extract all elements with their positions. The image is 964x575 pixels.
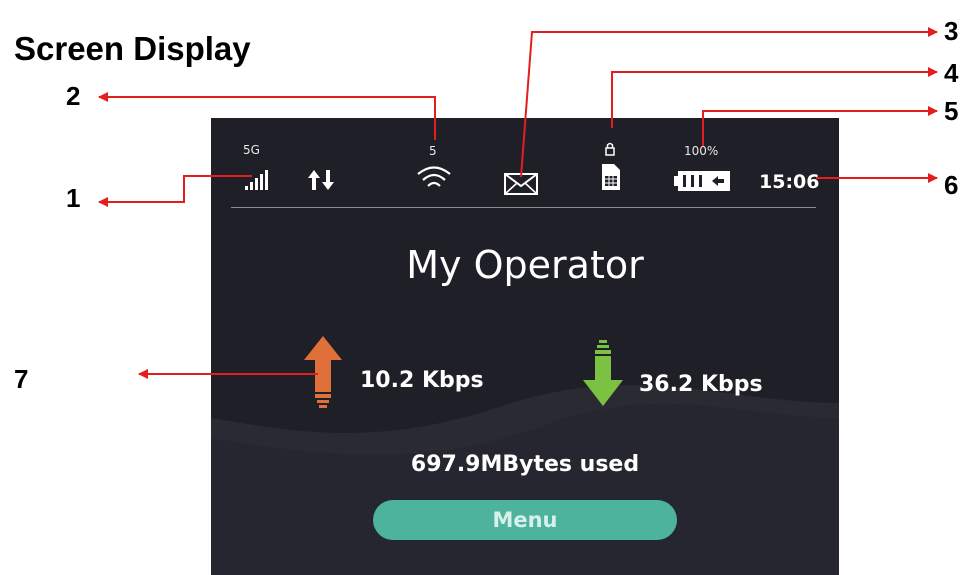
leader-5: [702, 106, 938, 146]
leader-3: [520, 27, 938, 178]
leader-2: [98, 92, 436, 140]
leader-1: [98, 175, 252, 207]
callout-leaders: [98, 27, 938, 379]
leader-4: [611, 67, 938, 128]
